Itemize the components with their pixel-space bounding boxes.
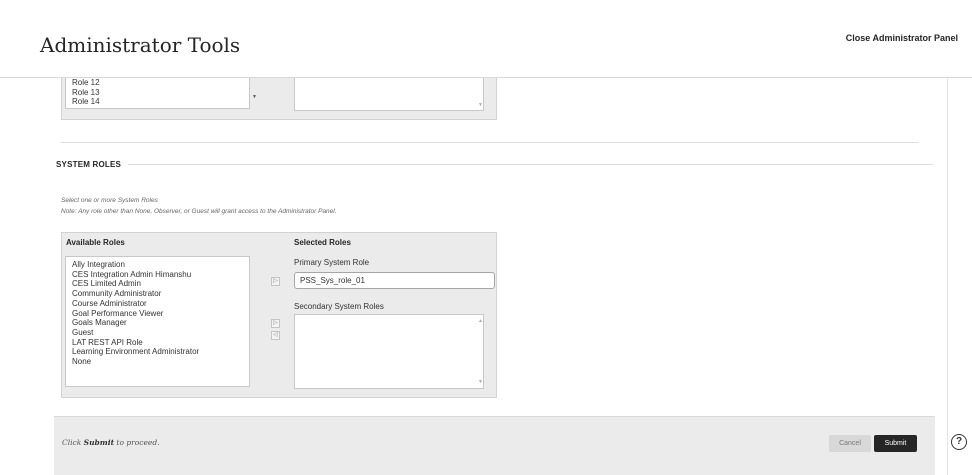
submit-bar: Click Submit to proceed. Cancel Submit [54,416,935,475]
institution-available-list[interactable]: Role 12 Role 13 Role 14 [65,78,250,109]
help-icon[interactable]: ? [951,434,967,450]
institution-selected-list[interactable]: ▼ [294,78,484,111]
scroll-down-icon[interactable]: ▼ [478,379,483,385]
instruction-note: Note: Any role other than None, Observer… [61,208,337,215]
instruction-text: Select one or more System Roles [61,197,158,204]
scroll-down-arrow-icon[interactable]: ▼ [252,94,257,100]
list-item[interactable]: Guest [66,328,249,338]
submit-button[interactable]: Submit [874,435,917,452]
list-item[interactable]: Course Administrator [66,299,249,309]
submit-instruction-suffix: to proceed. [114,438,160,447]
section-title-rule [128,164,933,165]
section-divider [61,142,918,143]
move-to-primary-button[interactable]: ▷ [271,277,280,286]
list-item[interactable]: Ally Integration [66,260,249,270]
secondary-roles-list[interactable]: ▲ ▼ [294,314,484,389]
list-item[interactable]: Goal Performance Viewer [66,309,249,319]
list-item[interactable]: Role 14 [66,97,249,107]
institution-roles-panel: Role 12 Role 13 Role 14 ▼ ▼ [61,78,497,120]
scroll-down-icon[interactable]: ▼ [478,102,483,108]
system-roles-panel: Available Roles Selected Roles Ally Inte… [61,232,497,398]
secondary-roles-label: Secondary System Roles [294,302,384,311]
main-content[interactable]: Role 12 Role 13 Role 14 ▼ ▼ SYSTEM ROLES… [0,78,947,475]
submit-instruction-prefix: Click [62,438,84,447]
header-bar: Administrator Tools Close Administrator … [0,15,972,78]
list-item[interactable]: LAT REST API Role [66,338,249,348]
submit-instruction: Click Submit to proceed. [62,438,160,447]
move-to-secondary-button[interactable]: ▷ [271,319,280,328]
list-item[interactable]: Community Administrator [66,289,249,299]
list-item[interactable]: Goals Manager [66,318,249,328]
available-roles-list[interactable]: Ally Integration CES Integration Admin H… [65,256,250,387]
cancel-button[interactable]: Cancel [829,435,871,452]
page-title: Administrator Tools [40,33,241,57]
list-item[interactable]: Learning Environment Administrator [66,347,249,357]
primary-system-role-input[interactable] [294,272,495,289]
right-rail [947,78,972,475]
scroll-up-icon[interactable]: ▲ [478,318,483,324]
top-gap [0,0,972,15]
submit-instruction-emphasis: Submit [83,438,115,447]
primary-role-label: Primary System Role [294,258,370,267]
list-item[interactable]: CES Integration Admin Himanshu [66,270,249,280]
available-roles-heading: Available Roles [66,238,125,247]
close-panel-link[interactable]: Close Administrator Panel [846,33,958,43]
list-item[interactable]: Role 13 [66,88,249,98]
list-item[interactable]: Role 12 [66,78,249,88]
remove-from-secondary-button[interactable]: ◁ [271,331,280,340]
list-item[interactable]: None [66,357,249,367]
list-item[interactable]: CES Limited Admin [66,279,249,289]
section-title: SYSTEM ROLES [56,160,122,169]
selected-roles-heading: Selected Roles [294,238,351,247]
